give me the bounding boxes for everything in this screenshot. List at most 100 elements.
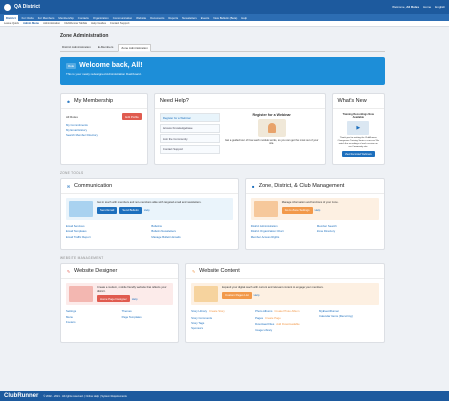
welcome-banner: Role Welcome back, All! This is your new… xyxy=(60,57,385,85)
view-webinars-button[interactable]: View Recorded Webinars xyxy=(341,151,375,157)
footers-link[interactable]: Footers xyxy=(66,320,118,324)
bulletin-newsletters-link[interactable]: Bulletin Newsletters xyxy=(151,229,232,233)
subnav-admin-menu[interactable]: Admin Menu xyxy=(23,22,39,25)
themes-link[interactable]: Themes xyxy=(122,309,174,313)
nav-new-bulletin[interactable]: New Bulletin (Beta) xyxy=(213,16,237,20)
help-item-support[interactable]: Contact Support xyxy=(159,144,220,154)
content-title: Website Content xyxy=(199,268,240,274)
nav-contacts[interactable]: Contacts xyxy=(78,16,89,20)
webinar-title: Register for a Webinar xyxy=(252,113,291,117)
tab-e-members[interactable]: E-Members xyxy=(96,44,116,50)
user-icon: ☻ xyxy=(66,98,71,104)
subnav-administration[interactable]: Administration xyxy=(43,22,60,25)
story-library-link[interactable]: Story Library xyxy=(191,309,207,313)
language-select[interactable]: English xyxy=(435,5,445,9)
subnav-help-guides[interactable]: Help Guides xyxy=(91,22,106,25)
video-thumbnail[interactable]: ▶ xyxy=(347,121,370,135)
membership-card: ☻ My Membership All Roles Edit Profile My… xyxy=(60,93,148,165)
nav-membership[interactable]: Membership xyxy=(58,16,73,20)
communication-help-link[interactable]: Help xyxy=(144,208,150,212)
zone-illustration-icon xyxy=(253,201,278,217)
help-card: Need Help? Register for a Webinar Access… xyxy=(153,93,326,165)
role-badge: Role xyxy=(66,62,77,69)
nav-documents[interactable]: Documents xyxy=(150,16,164,20)
nav-for-members[interactable]: For Members xyxy=(38,16,55,20)
sponsors-link[interactable]: Sponsors xyxy=(191,326,251,330)
story-comments-link[interactable]: Story Comments xyxy=(191,316,251,320)
create-page-link[interactable]: Create Page xyxy=(265,316,281,320)
email-traffic-link[interactable]: Email Traffic Report xyxy=(66,235,147,239)
nav-events[interactable]: Events xyxy=(201,16,210,20)
access-rights-link[interactable]: Member Access Rights xyxy=(251,235,313,239)
welcome-subtitle: This is your newly redesigned Administra… xyxy=(66,72,142,76)
download-files-link[interactable]: Download Files xyxy=(255,322,274,326)
nav-organization[interactable]: Organization xyxy=(93,16,109,20)
roles-label: All Roles xyxy=(66,114,78,119)
help-item-community[interactable]: Join the Community xyxy=(159,134,220,143)
settings-link[interactable]: Settings xyxy=(66,309,118,313)
org-chart-link[interactable]: District Organization Chart xyxy=(251,229,313,233)
add-downloadable-link[interactable]: Add Downloadable xyxy=(276,322,299,326)
tab-zone-administration[interactable]: Zone Administration xyxy=(118,44,151,52)
district-admin-link[interactable]: District Administration xyxy=(251,224,313,228)
member-search-link[interactable]: Member Search xyxy=(317,224,379,228)
custom-pages-button[interactable]: Custom Pages List xyxy=(222,291,252,299)
palette-icon: ✎ xyxy=(66,268,71,274)
nav-website[interactable]: Website xyxy=(136,16,146,20)
tab-district-administration[interactable]: District Administration xyxy=(60,44,93,50)
edit-profile-button[interactable]: Edit Profile xyxy=(122,113,142,120)
send-bulletin-button[interactable]: Send Bulletin xyxy=(119,206,142,214)
content-help-link[interactable]: Help xyxy=(254,293,260,297)
zone-tools-label: Zone Tools xyxy=(60,171,84,175)
nav-communication[interactable]: Communication xyxy=(113,16,132,20)
email-templates-link[interactable]: Email Templates xyxy=(66,229,147,233)
email-history-link[interactable]: My Email History xyxy=(66,128,142,132)
zone-help-link[interactable]: Help xyxy=(315,208,321,212)
website-designer-card: ✎ Website Designer Create a modern, mobil… xyxy=(60,263,180,343)
footer-copyright: © 2002 - 2021 · All rights reserved. | O… xyxy=(43,394,127,398)
help-item-knowledgebase[interactable]: Access Knowledgebase xyxy=(159,123,220,133)
image-library-link[interactable]: Image Library xyxy=(255,328,315,332)
whats-new-card: What's New Training Recordings Now Avail… xyxy=(331,93,385,165)
nav-help[interactable]: Help xyxy=(241,16,247,20)
bulletins-link[interactable]: Bulletins xyxy=(151,224,232,228)
pages-link[interactable]: Pages xyxy=(255,316,263,320)
zone-directory-link[interactable]: Zone Directory xyxy=(317,229,379,233)
home-page-designer-button[interactable]: Home Page Designer xyxy=(97,295,130,303)
subnav-contact-support[interactable]: Contact Support xyxy=(110,22,129,25)
member-directory-link[interactable]: Search Member Directory xyxy=(66,133,142,137)
manage-bulletin-emails-link[interactable]: Manage Bulletin Emails xyxy=(151,235,232,239)
help-item-webinar[interactable]: Register for a Webinar xyxy=(159,113,220,122)
nav-for-clubs[interactable]: For Clubs xyxy=(22,16,34,20)
membership-title: My Membership xyxy=(74,98,114,104)
create-story-link[interactable]: Create Story xyxy=(209,309,225,313)
designer-illustration-icon xyxy=(69,286,93,302)
zone-settings-button[interactable]: Go to Zone Settings xyxy=(281,206,313,214)
send-email-button[interactable]: Send Email xyxy=(97,206,118,214)
designer-promo: Create a modern, mobile friendly website… xyxy=(97,286,167,293)
home-link[interactable]: Home xyxy=(423,5,431,9)
webinar-illustration-icon xyxy=(257,119,286,137)
content-promo: Expand your digital reach with current a… xyxy=(222,286,324,289)
email-services-link[interactable]: Email Services xyxy=(66,224,147,228)
menu-link[interactable]: Menu xyxy=(66,315,118,319)
designer-help-link[interactable]: Help xyxy=(132,297,138,301)
nav-district[interactable]: District xyxy=(4,14,18,21)
page-templates-link[interactable]: Page Templates xyxy=(122,315,174,319)
photo-albums-link[interactable]: Photo Albums xyxy=(255,309,272,313)
nav-newsletters[interactable]: Newsletters xyxy=(182,16,197,20)
admin-tabs: District Administration E-Members Zone A… xyxy=(60,44,385,52)
nav-reports[interactable]: Reports xyxy=(168,16,178,20)
app-title: QA District xyxy=(14,4,40,10)
communication-card: ✉ Communication Get in touch with members… xyxy=(60,178,239,250)
subnav-leave-quick[interactable]: Leave Quick xyxy=(4,22,19,25)
main-content: Zone Administration District Administrat… xyxy=(60,33,385,349)
create-photo-album-link[interactable]: Create Photo Album xyxy=(274,309,299,313)
myeventrunner-link[interactable]: MyEventRunner xyxy=(319,309,379,313)
subnav-mobile[interactable]: ClubRunner Mobile xyxy=(64,22,87,25)
story-tags-link[interactable]: Story Tags xyxy=(191,321,251,325)
clubrunner-logo: ClubRunner xyxy=(4,393,39,399)
pencil-icon: ✎ xyxy=(191,268,196,274)
calendar-items-link[interactable]: Calendar Items (Recurring) xyxy=(319,314,379,318)
my-commitments-link[interactable]: My Commitments xyxy=(66,123,142,127)
